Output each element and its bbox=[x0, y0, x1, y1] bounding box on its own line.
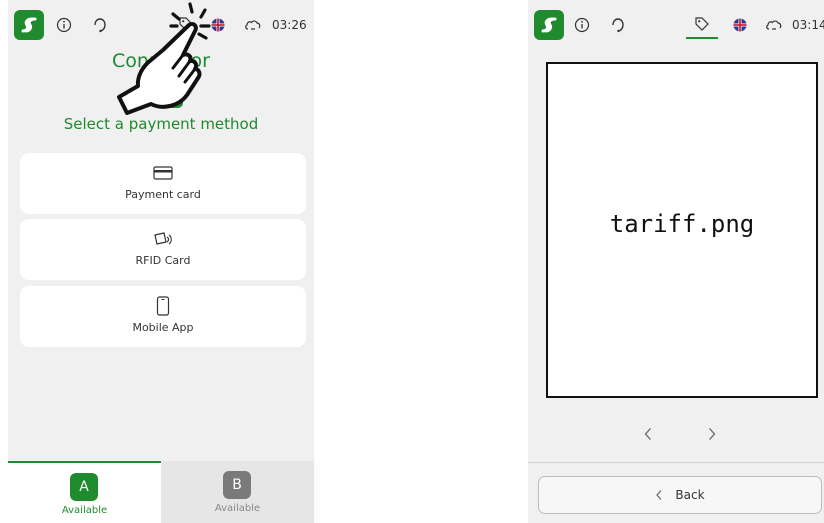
divider bbox=[528, 462, 824, 463]
connector-a-status: Available bbox=[61, 505, 108, 516]
chevron-left-icon bbox=[656, 490, 662, 500]
tariff-image: tariff.png bbox=[546, 62, 818, 398]
back-button[interactable]: Back bbox=[538, 476, 822, 514]
info-icon[interactable] bbox=[572, 15, 592, 35]
payment-method-screen: 03:26 Connector Select a payment method … bbox=[8, 0, 314, 523]
rfid-card-icon bbox=[20, 229, 306, 249]
next-page-button[interactable] bbox=[700, 422, 724, 446]
connector-b-badge: B bbox=[223, 471, 251, 499]
support-headset-icon[interactable] bbox=[90, 15, 110, 35]
info-icon[interactable] bbox=[54, 15, 74, 35]
tariff-screen: 03:14 tariff.png Back bbox=[528, 0, 824, 523]
status-bar-right: 03:14 bbox=[528, 0, 824, 46]
cloud-connection-icon[interactable] bbox=[243, 15, 263, 35]
mobile-app-label: Mobile App bbox=[132, 321, 194, 334]
previous-page-button[interactable] bbox=[636, 422, 660, 446]
clock: 03:26 bbox=[272, 18, 307, 32]
chevron-right-icon bbox=[709, 428, 716, 440]
tariff-image-label: tariff.png bbox=[609, 210, 755, 238]
cloud-connection-icon[interactable] bbox=[764, 15, 784, 35]
connector-tab-b[interactable]: B Available bbox=[161, 461, 314, 523]
tariff-tag-icon[interactable] bbox=[692, 14, 712, 34]
tariff-tag-icon[interactable] bbox=[176, 14, 196, 34]
back-button-label: Back bbox=[675, 488, 705, 502]
screen-title: Connector bbox=[112, 50, 210, 72]
tariff-tab-indicator bbox=[686, 37, 718, 39]
chevron-left-icon bbox=[644, 428, 651, 440]
mobile-app-option[interactable]: Mobile App bbox=[20, 286, 306, 347]
language-flag-icon[interactable] bbox=[730, 15, 750, 35]
connector-tabs: A Available B Available bbox=[8, 461, 314, 523]
credit-card-icon bbox=[20, 163, 306, 183]
clock: 03:14 bbox=[792, 18, 824, 32]
language-flag-icon[interactable] bbox=[208, 15, 228, 35]
rfid-card-option[interactable]: RFID Card bbox=[20, 219, 306, 280]
rfid-card-label: RFID Card bbox=[135, 254, 191, 267]
status-bar: 03:26 bbox=[8, 0, 314, 46]
connector-tab-a[interactable]: A Available bbox=[8, 461, 161, 523]
payment-card-label: Payment card bbox=[125, 188, 201, 201]
payment-card-option[interactable]: Payment card bbox=[20, 153, 306, 214]
screen-subtitle: Select a payment method bbox=[63, 115, 259, 133]
brand-logo-icon[interactable] bbox=[534, 10, 564, 40]
connector-a-badge: A bbox=[70, 473, 98, 501]
connector-b-status: Available bbox=[214, 503, 261, 514]
support-headset-icon[interactable] bbox=[608, 15, 628, 35]
brand-logo-icon[interactable] bbox=[14, 10, 44, 40]
connector-badge bbox=[153, 80, 183, 108]
mobile-phone-icon bbox=[20, 296, 306, 316]
